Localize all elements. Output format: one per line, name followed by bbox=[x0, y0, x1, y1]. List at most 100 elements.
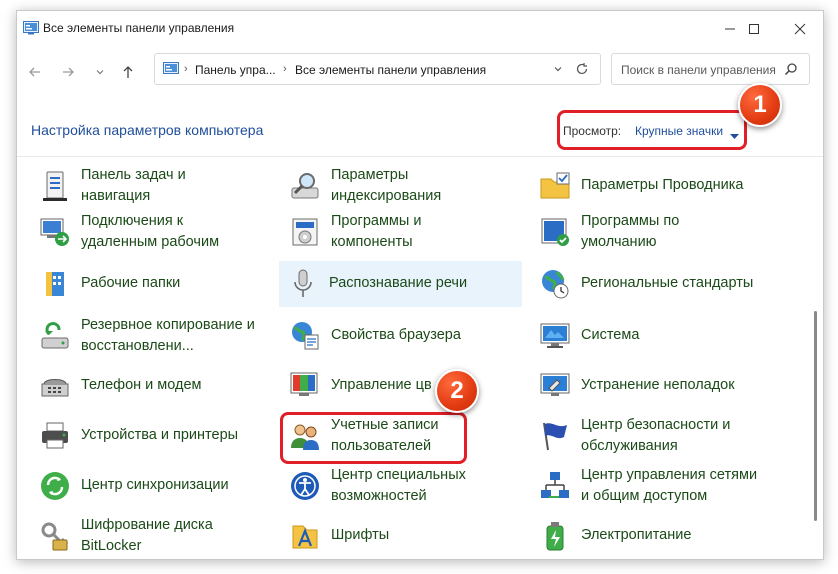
refresh-icon bbox=[576, 63, 588, 75]
dropdown-arrow-icon[interactable] bbox=[730, 127, 739, 145]
item-label: Резервное копирование и восстановлени... bbox=[81, 317, 255, 354]
up-button[interactable] bbox=[117, 61, 139, 83]
item-folder-options[interactable]: Параметры Проводника bbox=[531, 163, 801, 209]
accessibility-icon bbox=[291, 472, 319, 500]
programs-icon bbox=[292, 218, 318, 246]
breadcrumb-all-items[interactable]: Все элементы панели управления bbox=[295, 63, 486, 77]
search-box[interactable]: Поиск в панели управления bbox=[611, 53, 810, 85]
item-taskbar[interactable]: Панель задач и навигация bbox=[31, 163, 271, 209]
control-panel-icon bbox=[23, 21, 39, 40]
item-label: Управление цв bbox=[331, 377, 432, 393]
annotation-badge-2: 2 bbox=[435, 369, 479, 413]
chevron-down-icon bbox=[554, 67, 562, 72]
search-icon[interactable] bbox=[784, 62, 798, 81]
item-internet-options[interactable]: Свойства браузера bbox=[281, 313, 521, 359]
item-label: Программы и компоненты bbox=[331, 213, 422, 250]
back-button[interactable] bbox=[24, 61, 46, 83]
chevron-down-icon bbox=[96, 70, 104, 75]
item-label: Устройства и принтеры bbox=[81, 427, 239, 443]
arrow-up-icon bbox=[123, 66, 133, 78]
address-history-button[interactable] bbox=[549, 60, 567, 78]
item-label: Параметры Проводника bbox=[581, 177, 744, 193]
view-label: Просмотр: bbox=[563, 124, 622, 138]
backup-icon bbox=[41, 322, 69, 349]
taskbar-icon bbox=[43, 171, 67, 201]
item-label: Параметры индексирования bbox=[331, 167, 442, 204]
item-backup[interactable]: Резервное копирование и восстановлени... bbox=[31, 313, 281, 359]
title-bar[interactable]: Все элементы панели управления bbox=[17, 11, 823, 47]
maximize-button[interactable] bbox=[731, 15, 777, 43]
recent-locations-button[interactable] bbox=[89, 61, 111, 83]
scrollbar[interactable] bbox=[814, 311, 817, 521]
power-options-icon bbox=[546, 522, 564, 551]
troubleshooting-icon bbox=[540, 373, 570, 396]
microphone-icon bbox=[294, 269, 312, 297]
item-label: Шрифты bbox=[331, 527, 390, 543]
item-label: Система bbox=[581, 327, 640, 343]
forward-button[interactable] bbox=[57, 61, 79, 83]
item-devices-printers[interactable]: Устройства и принтеры bbox=[31, 413, 271, 459]
breadcrumb-control-panel[interactable]: Панель упра... bbox=[195, 63, 276, 77]
control-panel-icon bbox=[163, 62, 179, 81]
item-programs[interactable]: Программы и компоненты bbox=[281, 209, 521, 255]
work-folders-icon bbox=[46, 272, 64, 296]
search-input[interactable]: Поиск в панели управления bbox=[621, 63, 776, 77]
item-label: Свойства браузера bbox=[331, 327, 461, 343]
sync-center-icon bbox=[41, 472, 69, 500]
item-label: Распознавание речи bbox=[329, 275, 468, 291]
network-center-icon bbox=[541, 472, 569, 498]
item-phone-modem[interactable]: Телефон и модем bbox=[31, 363, 271, 409]
item-default-programs[interactable]: Программы по умолчанию bbox=[531, 209, 801, 255]
folder-options-icon bbox=[540, 172, 570, 199]
item-indexing[interactable]: Параметры индексирования bbox=[281, 163, 521, 209]
header-divider bbox=[17, 156, 823, 157]
item-label: Рабочие папки bbox=[81, 275, 181, 291]
item-remote-desktop[interactable]: Подключения к удаленным рабочим bbox=[31, 209, 271, 255]
default-programs-icon bbox=[541, 218, 569, 246]
devices-printers-icon bbox=[42, 422, 68, 449]
internet-options-icon bbox=[292, 322, 319, 350]
item-label: Программы по умолчанию bbox=[581, 213, 680, 250]
address-bar[interactable]: › Панель упра... › Все элементы панели у… bbox=[154, 53, 601, 85]
color-management-icon bbox=[290, 372, 318, 396]
item-work-folders[interactable]: Рабочие папки bbox=[31, 261, 271, 307]
item-label: Центр синхронизации bbox=[81, 477, 229, 493]
item-label: Региональные стандарты bbox=[581, 275, 754, 291]
item-security-maintenance[interactable]: Центр безопасности и обслуживания bbox=[531, 413, 801, 459]
item-fonts[interactable]: Шрифты bbox=[281, 513, 521, 559]
item-label: Панель задач и навигация bbox=[81, 167, 186, 204]
item-label: Электропитание bbox=[581, 527, 692, 543]
item-label: Центр безопасности и обслуживания bbox=[581, 417, 731, 454]
security-flag-icon bbox=[543, 422, 567, 451]
remote-desktop-icon bbox=[40, 218, 69, 246]
item-troubleshooting[interactable]: Устранение неполадок bbox=[531, 363, 801, 409]
item-accessibility[interactable]: Центр специальных возможностей bbox=[281, 463, 521, 509]
item-power-options[interactable]: Электропитание bbox=[531, 513, 801, 559]
item-label: Центр специальных возможностей bbox=[331, 467, 466, 504]
user-accounts-highlight-box bbox=[280, 412, 467, 464]
close-button[interactable] bbox=[777, 15, 823, 43]
item-speech-recognition[interactable]: Распознавание речи bbox=[279, 261, 522, 307]
item-bitlocker[interactable]: Шифрование диска BitLocker bbox=[31, 513, 271, 559]
item-label: Телефон и модем bbox=[81, 377, 202, 393]
item-label: Подключения к удаленным рабочим bbox=[81, 213, 220, 250]
item-region[interactable]: Региональные стандарты bbox=[531, 261, 801, 307]
window-title: Все элементы панели управления bbox=[43, 21, 235, 35]
arrow-right-icon bbox=[63, 67, 74, 77]
phone-modem-icon bbox=[41, 379, 69, 397]
item-system[interactable]: Система bbox=[531, 313, 801, 359]
item-color-management[interactable]: Управление цв bbox=[281, 363, 521, 409]
chevron-right-icon[interactable]: › bbox=[283, 63, 287, 75]
navigation-bar: › Панель упра... › Все элементы панели у… bbox=[17, 49, 823, 93]
item-label: Шифрование диска BitLocker bbox=[81, 517, 213, 554]
page-title: Настройка параметров компьютера bbox=[31, 122, 264, 138]
refresh-button[interactable] bbox=[573, 60, 591, 78]
system-icon bbox=[540, 323, 570, 348]
region-icon bbox=[542, 270, 569, 299]
view-mode-dropdown[interactable]: Крупные значки bbox=[635, 124, 723, 138]
annotation-badge-1: 1 bbox=[738, 83, 782, 127]
item-label: Устранение неполадок bbox=[581, 377, 735, 393]
item-label: Центр управления сетями и общим доступом bbox=[581, 467, 758, 504]
item-network-center[interactable]: Центр управления сетями и общим доступом bbox=[531, 463, 801, 509]
item-sync-center[interactable]: Центр синхронизации bbox=[31, 463, 271, 509]
